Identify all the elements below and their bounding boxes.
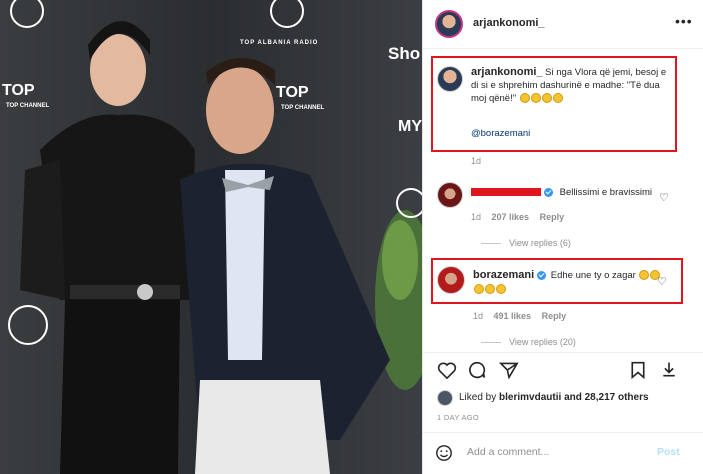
liker-username[interactable]: blerimvdautii <box>499 392 561 403</box>
comment-age: 1d <box>471 212 482 222</box>
bookmark-icon[interactable] <box>629 361 647 384</box>
view-replies-button[interactable]: View replies (6) <box>481 238 571 248</box>
laughing-emoji-icon <box>530 93 541 104</box>
top-logo: TOP <box>2 82 35 99</box>
caption-username[interactable]: arjankonomi_ <box>471 66 543 78</box>
more-icon[interactable]: ••• <box>675 13 693 29</box>
share-icon[interactable] <box>498 361 519 384</box>
caption-age: 1d <box>471 156 482 166</box>
comment-likes[interactable]: 491 likes <box>494 311 532 321</box>
comment-avatar[interactable] <box>437 182 463 208</box>
show-logo: Sho <box>388 44 421 63</box>
heart-icon[interactable]: ♡ <box>657 275 667 288</box>
likes-summary: Liked by blerimvdautii and 28,217 others <box>459 392 649 403</box>
laughing-emoji-icon <box>541 93 552 104</box>
top-logo: TOP <box>276 84 309 101</box>
comment-line: Bellissimi e bravissimi <box>471 187 652 198</box>
comment-input[interactable]: Add a comment... <box>467 446 549 458</box>
divider <box>423 48 703 49</box>
view-replies-button[interactable]: View replies (20) <box>481 337 576 347</box>
heart-icon[interactable]: ♡ <box>659 191 669 204</box>
comment-meta: 1d 491 likes Reply <box>473 311 566 321</box>
laughing-emoji-icon <box>639 270 650 281</box>
comment-age: 1d <box>473 311 484 321</box>
post-photo[interactable]: TOP TOP CHANNEL TOP TOP CHANNEL TOP ALBA… <box>0 0 422 474</box>
comment-icon[interactable] <box>467 361 487 384</box>
heart-icon[interactable] <box>437 361 457 384</box>
mus-logo: MY <box>398 118 422 135</box>
emoji-picker-icon[interactable] <box>435 444 453 467</box>
comment-text: Edhe une ty o zagar <box>550 270 636 281</box>
caption-mention[interactable]: @borazemani <box>471 128 530 139</box>
liker-avatar[interactable] <box>437 390 453 406</box>
post-side-panel: arjankonomi_ ••• arjankonomi_ Si nga Vlo… <box>422 0 703 474</box>
verified-badge-icon <box>537 270 547 280</box>
author-username[interactable]: arjankonomi_ <box>473 17 545 29</box>
comment-text: Bellissimi e bravissimi <box>559 187 653 198</box>
download-icon[interactable] <box>660 361 678 384</box>
divider <box>423 352 703 353</box>
post-button[interactable]: Post <box>657 446 680 458</box>
comment-likes[interactable]: 207 likes <box>492 212 530 222</box>
caption: arjankonomi_ Si nga Vlora që jemi, besoj… <box>471 66 671 105</box>
comment-username[interactable]: borazemani <box>473 269 534 281</box>
radio-text: TOP ALBANIA RADIO <box>240 40 319 46</box>
radio-logo-icon <box>8 305 48 345</box>
redacted-username <box>471 188 541 197</box>
laughing-emoji-icon <box>552 93 563 104</box>
comment-avatar[interactable] <box>437 266 465 294</box>
laughing-emoji-icon <box>474 284 484 295</box>
comment-line: borazemani Edhe une ty o zagar <box>473 268 663 297</box>
laughing-emoji-icon <box>496 284 506 295</box>
post-date: 1 DAY AGO <box>437 413 480 422</box>
author-avatar[interactable] <box>435 10 463 38</box>
reply-button[interactable]: Reply <box>540 212 565 222</box>
top-channel-text: TOP CHANNEL <box>281 105 325 111</box>
laughing-emoji-icon <box>485 284 495 295</box>
laughing-emoji-icon <box>519 93 530 104</box>
verified-badge-icon <box>544 187 553 197</box>
radio-logo-icon <box>396 188 422 218</box>
comment-meta: 1d 207 likes Reply <box>471 212 564 222</box>
photo-illustration <box>0 0 422 474</box>
top-channel-text: TOP CHANNEL <box>6 103 50 109</box>
caption-avatar[interactable] <box>437 66 463 92</box>
divider <box>423 432 703 433</box>
reply-button[interactable]: Reply <box>542 311 567 321</box>
